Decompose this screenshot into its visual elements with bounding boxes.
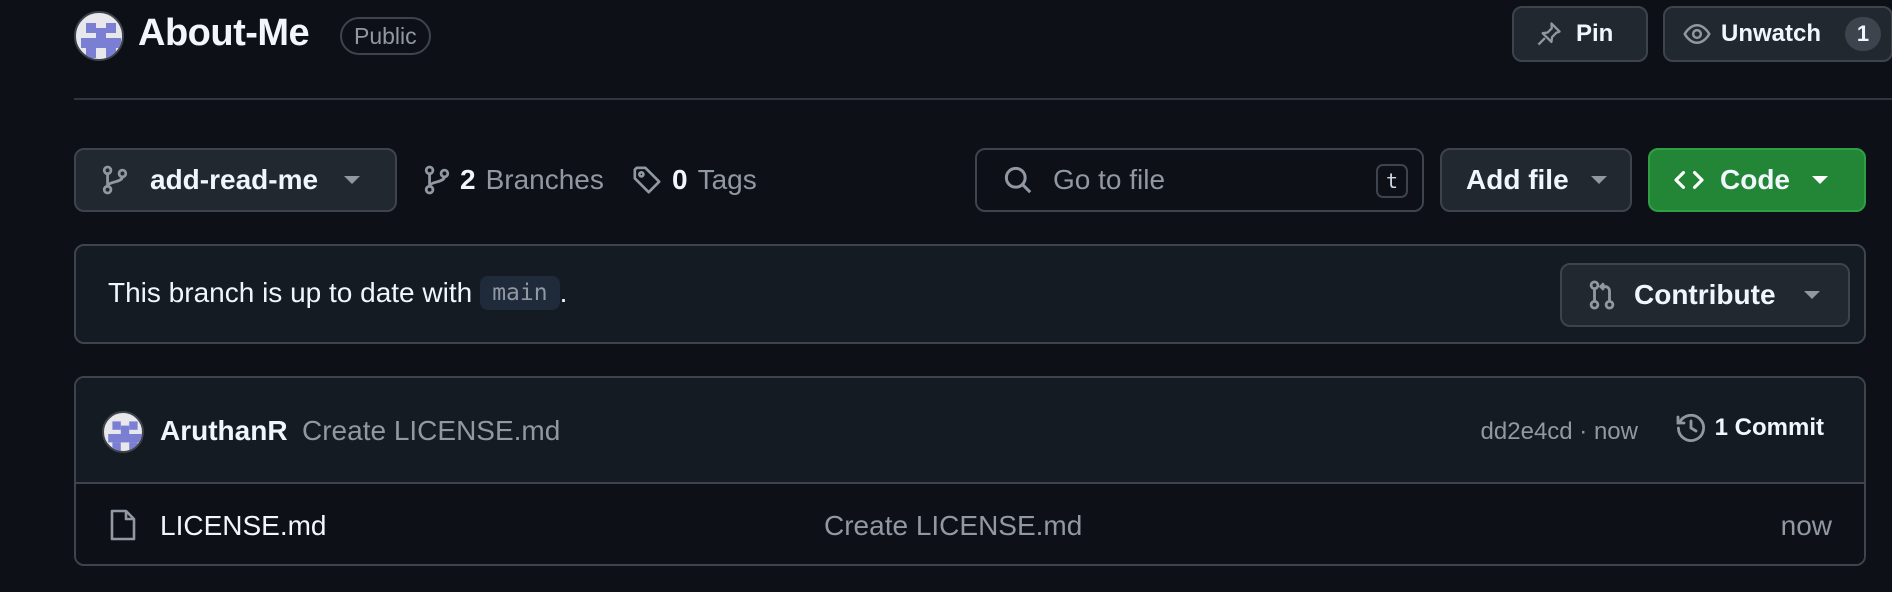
status-message: This branch is up to date with xyxy=(108,277,473,308)
commit-message[interactable]: Create LICENSE.md xyxy=(302,415,560,447)
file-list: AruthanR Create LICENSE.md dd2e4cd · now… xyxy=(74,376,1866,566)
latest-commit-row: AruthanR Create LICENSE.md dd2e4cd · now… xyxy=(76,378,1864,484)
add-file-label: Add file xyxy=(1466,164,1569,195)
visibility-badge: Public xyxy=(340,17,431,55)
chevron-down-icon xyxy=(1803,291,1820,299)
branch-selector-button[interactable]: add-read-me xyxy=(74,148,397,212)
go-to-file-search[interactable]: t xyxy=(975,148,1424,212)
base-branch-link[interactable]: main xyxy=(480,276,560,310)
status-suffix: . xyxy=(559,277,568,308)
commits-count-label: 1 Commit xyxy=(1714,414,1824,441)
author-avatar[interactable] xyxy=(102,411,144,453)
search-icon xyxy=(1003,165,1033,195)
branches-link[interactable]: 2 Branches xyxy=(424,160,604,200)
commit-sha-time[interactable]: dd2e4cd · now xyxy=(1481,418,1638,446)
file-commit-time: now xyxy=(1780,510,1832,541)
branches-label: Branches xyxy=(485,164,604,195)
code-icon xyxy=(1674,167,1704,193)
file-commit-message[interactable]: Create LICENSE.md xyxy=(824,510,1082,542)
pull-request-icon xyxy=(1588,280,1616,310)
branch-name: add-read-me xyxy=(150,164,319,195)
branches-count: 2 xyxy=(460,164,476,195)
unwatch-label: Unwatch xyxy=(1721,20,1822,47)
watch-count-badge: 1 xyxy=(1845,17,1882,51)
chevron-down-icon xyxy=(1812,176,1828,184)
history-icon xyxy=(1675,412,1707,444)
repo-name[interactable]: About-Me xyxy=(138,12,310,55)
branch-status-banner: This branch is up to date with main . Co… xyxy=(74,244,1866,344)
branch-status-text: This branch is up to date with main . xyxy=(108,276,567,310)
tags-link[interactable]: 0 Tags xyxy=(632,160,757,200)
chevron-down-icon xyxy=(1590,176,1607,184)
contribute-label: Contribute xyxy=(1634,279,1776,310)
header-divider xyxy=(74,98,1892,100)
code-label: Code xyxy=(1720,164,1790,195)
tags-label: Tags xyxy=(697,164,757,195)
file-icon xyxy=(110,508,136,542)
git-branch-icon xyxy=(424,165,450,195)
pin-button[interactable]: Pin xyxy=(1512,6,1648,62)
tags-count: 0 xyxy=(672,164,688,195)
chevron-down-icon xyxy=(344,176,361,184)
search-input[interactable] xyxy=(1051,163,1351,197)
pin-icon xyxy=(1536,21,1562,47)
owner-avatar[interactable] xyxy=(74,11,124,61)
unwatch-button[interactable]: Unwatch 1 xyxy=(1663,6,1892,62)
git-branch-icon xyxy=(102,165,128,195)
eye-icon xyxy=(1683,20,1711,48)
contribute-button[interactable]: Contribute xyxy=(1560,263,1850,327)
repo-header: About-Me Public Pin Unwatch 1 xyxy=(74,0,1892,98)
commit-author[interactable]: AruthanR xyxy=(160,415,288,447)
code-button[interactable]: Code xyxy=(1648,148,1866,212)
commits-history-link[interactable]: 1 Commit xyxy=(1675,412,1824,444)
tag-icon xyxy=(632,165,662,195)
file-row: LICENSE.md Create LICENSE.md now xyxy=(76,484,1864,564)
file-name-link[interactable]: LICENSE.md xyxy=(160,510,327,542)
add-file-button[interactable]: Add file xyxy=(1440,148,1632,212)
keyboard-shortcut-hint: t xyxy=(1376,164,1408,198)
pin-label: Pin xyxy=(1576,20,1614,47)
